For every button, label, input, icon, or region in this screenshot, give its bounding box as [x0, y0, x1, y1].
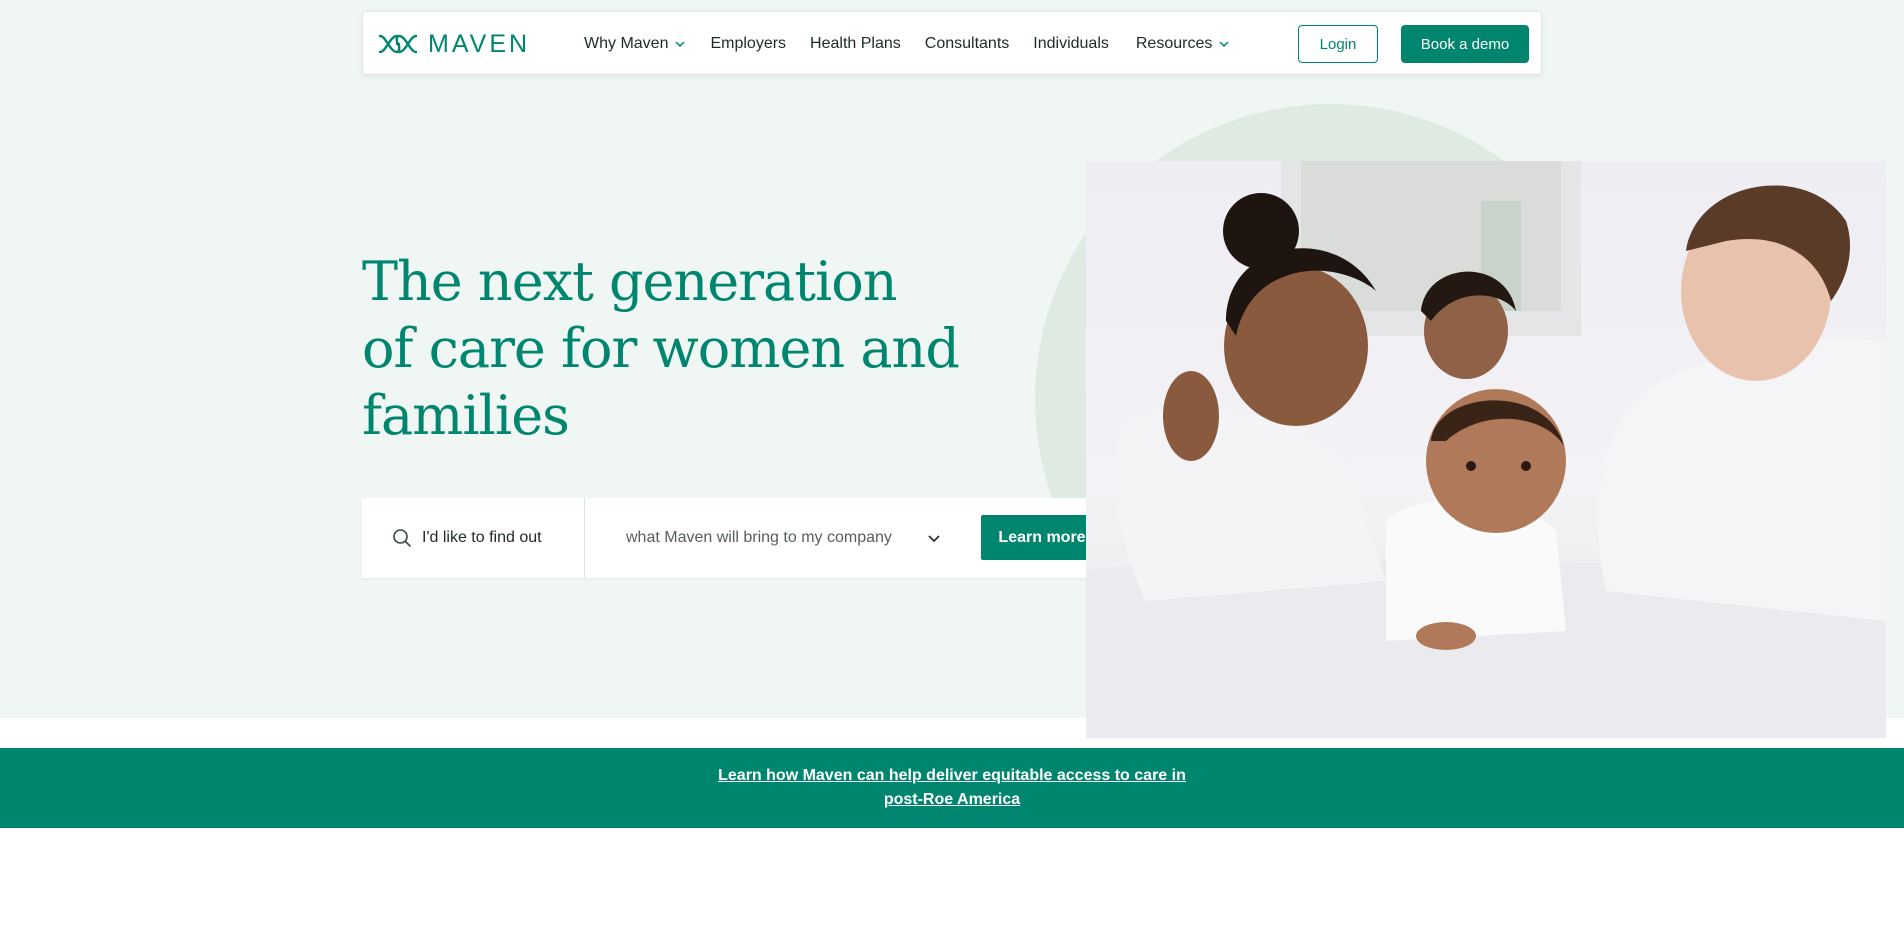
- finder-prefix-label: I'd like to find out: [422, 529, 542, 546]
- hero-headline: The next generation of care for women an…: [362, 250, 960, 447]
- search-icon: [393, 529, 411, 547]
- nav-links: Why Maven Employers Health Plans Consult…: [584, 12, 1254, 76]
- nav-item-why-maven[interactable]: Why Maven: [584, 35, 686, 53]
- announcement-banner: Learn how Maven can help deliver equitab…: [0, 748, 1904, 828]
- nav-item-label: Consultants: [924, 35, 1010, 52]
- learn-more-button[interactable]: Learn more: [981, 515, 1103, 560]
- nav-item-label: Health Plans: [810, 35, 901, 52]
- nav-item-resources[interactable]: Resources: [1136, 35, 1230, 53]
- family-photo-illustration: [1086, 161, 1886, 738]
- brand-name: MAVEN: [428, 29, 531, 58]
- audience-finder: I'd like to find out what Maven will bri…: [362, 498, 1133, 578]
- nav-item-label: Why Maven: [584, 35, 669, 52]
- hero-photo: [1086, 161, 1886, 738]
- maven-logo[interactable]: MAVEN: [378, 12, 530, 76]
- audience-select[interactable]: what Maven will bring to my company: [626, 498, 966, 578]
- nav-item-label: Resources: [1135, 35, 1213, 52]
- double-loop-icon: [378, 34, 418, 54]
- nav-item-label: Individuals: [1033, 35, 1109, 52]
- nav-item-individuals[interactable]: Individuals: [1033, 35, 1109, 53]
- audience-select-value: what Maven will bring to my company: [626, 529, 892, 546]
- nav-item-health-plans[interactable]: Health Plans: [810, 35, 901, 53]
- nav-item-label: Employers: [710, 35, 787, 52]
- nav-item-employers[interactable]: Employers: [710, 35, 786, 53]
- book-demo-button[interactable]: Book a demo: [1401, 25, 1529, 63]
- post-roe-banner-link[interactable]: Learn how Maven can help deliver equitab…: [702, 764, 1202, 812]
- top-navigation: MAVEN Why Maven Employers Health Plans C…: [362, 11, 1542, 75]
- chevron-down-icon: [1219, 41, 1229, 48]
- chevron-down-icon[interactable]: [926, 530, 942, 546]
- finder-prefix-area: I'd like to find out: [362, 498, 585, 578]
- chevron-down-icon: [675, 41, 685, 48]
- login-button[interactable]: Login: [1298, 25, 1378, 63]
- nav-item-consultants[interactable]: Consultants: [925, 35, 1010, 53]
